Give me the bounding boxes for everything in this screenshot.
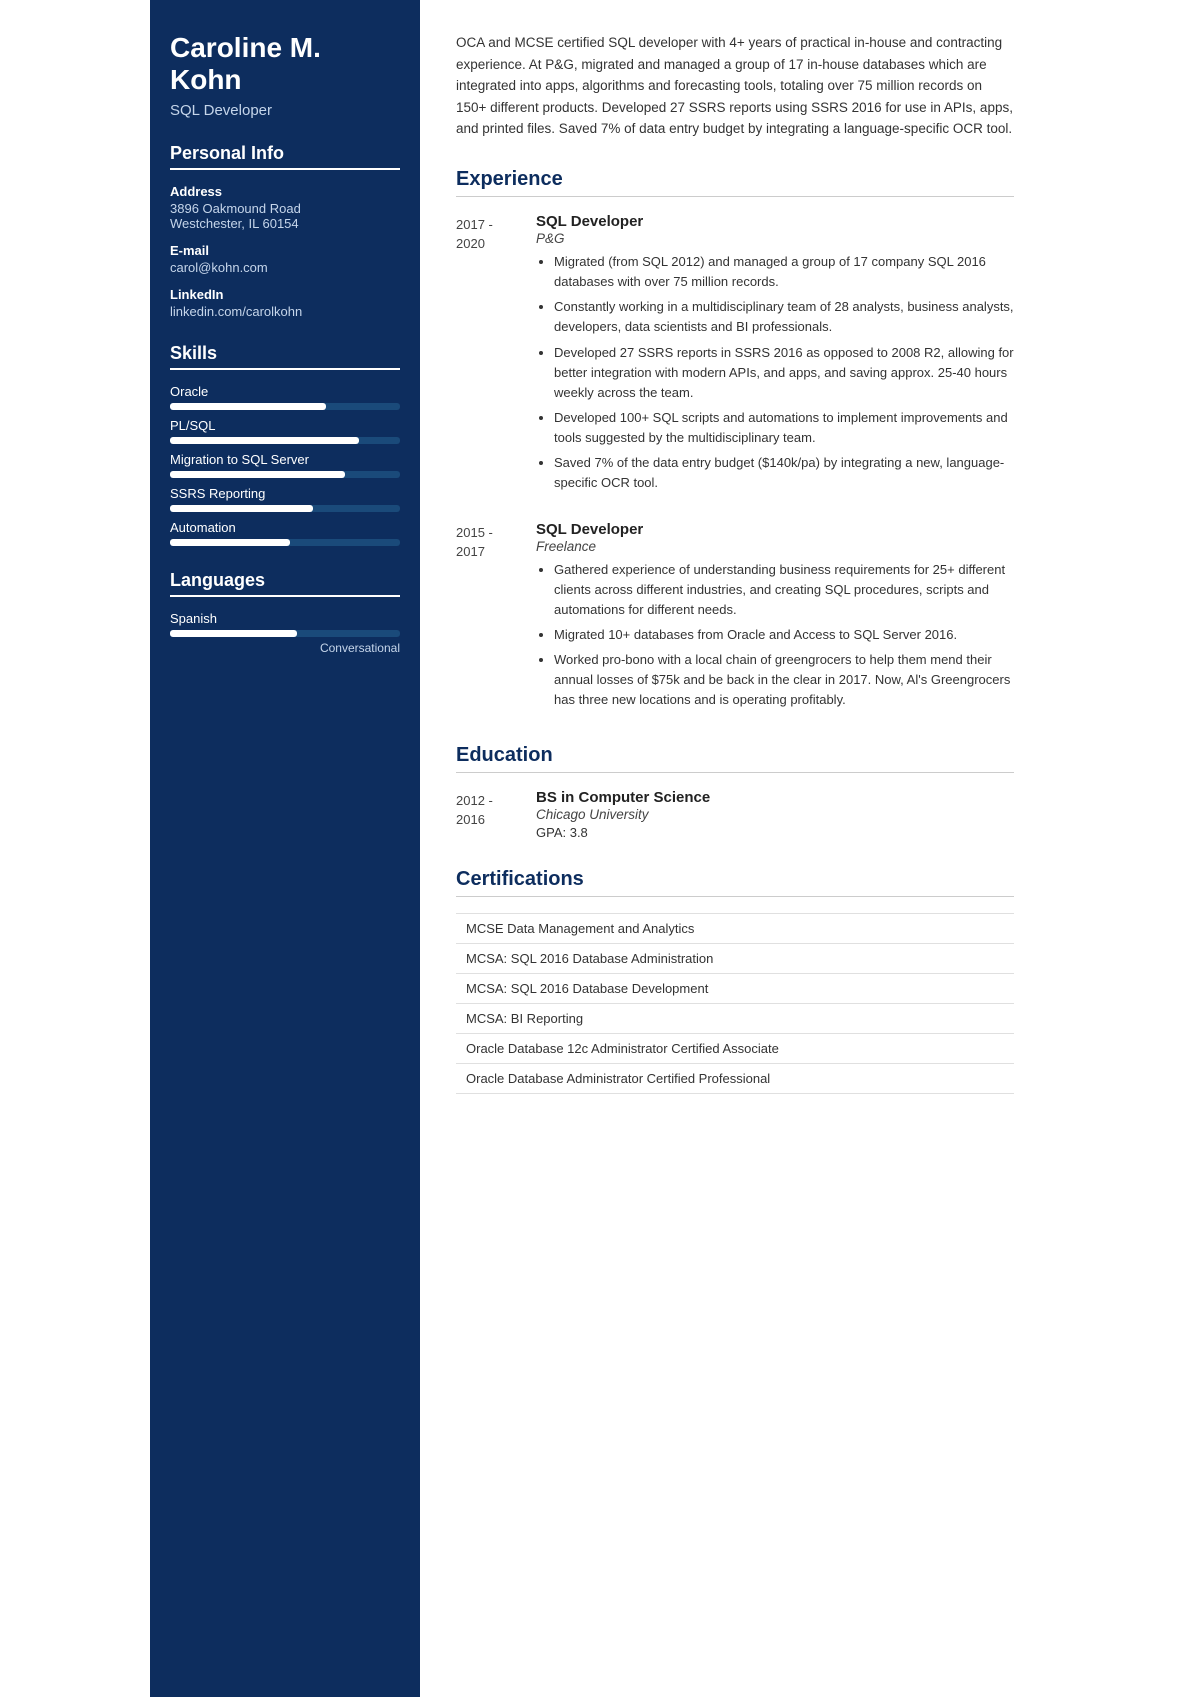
certifications-tbody: MCSE Data Management and AnalyticsMCSA: … bbox=[456, 913, 1014, 1093]
exp-bullet: Migrated (from SQL 2012) and managed a g… bbox=[554, 252, 1014, 292]
main-content: OCA and MCSE certified SQL developer wit… bbox=[420, 0, 1050, 1697]
experience-title: Experience bbox=[456, 168, 1014, 197]
personal-info-section-title: Personal Info bbox=[170, 143, 400, 170]
exp-bullet: Gathered experience of understanding bus… bbox=[554, 560, 1014, 620]
skill-bar-fill bbox=[170, 437, 359, 444]
skill-bar-bg bbox=[170, 437, 400, 444]
skill-name: PL/SQL bbox=[170, 418, 400, 433]
email-value: carol@kohn.com bbox=[170, 260, 400, 275]
candidate-name: Caroline M. Kohn bbox=[170, 32, 400, 96]
cert-name: Oracle Database Administrator Certified … bbox=[456, 1063, 1014, 1093]
skills-section-title: Skills bbox=[170, 343, 400, 370]
cert-name: Oracle Database 12c Administrator Certif… bbox=[456, 1033, 1014, 1063]
email-label: E-mail bbox=[170, 243, 400, 258]
edu-degree: BS in Computer Science bbox=[536, 789, 710, 806]
language-level: Conversational bbox=[170, 641, 400, 655]
exp-bullet: Developed 100+ SQL scripts and automatio… bbox=[554, 408, 1014, 448]
exp-bullets: Gathered experience of understanding bus… bbox=[536, 560, 1014, 711]
edu-dates: 2012 -2016 bbox=[456, 789, 536, 840]
exp-dates: 2015 -2017 bbox=[456, 521, 536, 716]
language-bar-fill bbox=[170, 630, 297, 637]
skill-bar-bg bbox=[170, 471, 400, 478]
skill-bar-bg bbox=[170, 505, 400, 512]
skill-bar-fill bbox=[170, 403, 326, 410]
cert-name: MCSE Data Management and Analytics bbox=[456, 913, 1014, 943]
cert-name: MCSA: BI Reporting bbox=[456, 1003, 1014, 1033]
address-line2: Westchester, IL 60154 bbox=[170, 216, 299, 231]
exp-bullet: Migrated 10+ databases from Oracle and A… bbox=[554, 625, 1014, 645]
sidebar: Caroline M. Kohn SQL Developer Personal … bbox=[150, 0, 420, 1697]
skill-bar-bg bbox=[170, 403, 400, 410]
exp-bullet: Developed 27 SSRS reports in SSRS 2016 a… bbox=[554, 343, 1014, 403]
skill-item: PL/SQL bbox=[170, 418, 400, 444]
edu-gpa: GPA: 3.8 bbox=[536, 825, 710, 840]
exp-bullet: Constantly working in a multidisciplinar… bbox=[554, 297, 1014, 337]
address-label: Address bbox=[170, 184, 400, 199]
cert-name: MCSA: SQL 2016 Database Administration bbox=[456, 943, 1014, 973]
certifications-section: Certifications MCSE Data Management and … bbox=[456, 868, 1014, 1094]
edu-school: Chicago University bbox=[536, 807, 710, 822]
linkedin-value: linkedin.com/carolkohn bbox=[170, 304, 400, 319]
edu-content: BS in Computer Science Chicago Universit… bbox=[536, 789, 710, 840]
cert-row: MCSA: SQL 2016 Database Development bbox=[456, 973, 1014, 1003]
exp-bullet: Saved 7% of the data entry budget ($140k… bbox=[554, 453, 1014, 493]
language-name: Spanish bbox=[170, 611, 400, 626]
candidate-title: SQL Developer bbox=[170, 102, 400, 119]
exp-bullets: Migrated (from SQL 2012) and managed a g… bbox=[536, 252, 1014, 494]
cert-row: Oracle Database 12c Administrator Certif… bbox=[456, 1033, 1014, 1063]
cert-row: MCSA: BI Reporting bbox=[456, 1003, 1014, 1033]
experience-section: Experience 2017 -2020 SQL Developer P&G … bbox=[456, 168, 1014, 716]
exp-company: P&G bbox=[536, 231, 1014, 246]
exp-job-title: SQL Developer bbox=[536, 213, 1014, 230]
skill-bar-fill bbox=[170, 539, 290, 546]
skill-item: Oracle bbox=[170, 384, 400, 410]
skill-name: Oracle bbox=[170, 384, 400, 399]
experience-entry: 2017 -2020 SQL Developer P&G Migrated (f… bbox=[456, 213, 1014, 499]
education-entry: 2012 -2016 BS in Computer Science Chicag… bbox=[456, 789, 1014, 840]
cert-name: MCSA: SQL 2016 Database Development bbox=[456, 973, 1014, 1003]
certifications-table: MCSE Data Management and AnalyticsMCSA: … bbox=[456, 913, 1014, 1094]
address-value: 3896 Oakmound Road Westchester, IL 60154 bbox=[170, 201, 400, 231]
cert-row: MCSA: SQL 2016 Database Administration bbox=[456, 943, 1014, 973]
education-list: 2012 -2016 BS in Computer Science Chicag… bbox=[456, 789, 1014, 840]
languages-section-title: Languages bbox=[170, 570, 400, 597]
linkedin-label: LinkedIn bbox=[170, 287, 400, 302]
certifications-title: Certifications bbox=[456, 868, 1014, 897]
summary-text: OCA and MCSE certified SQL developer wit… bbox=[456, 32, 1014, 140]
skill-bar-bg bbox=[170, 539, 400, 546]
exp-content: SQL Developer Freelance Gathered experie… bbox=[536, 521, 1014, 716]
exp-job-title: SQL Developer bbox=[536, 521, 1014, 538]
cert-row: Oracle Database Administrator Certified … bbox=[456, 1063, 1014, 1093]
skill-item: SSRS Reporting bbox=[170, 486, 400, 512]
skill-name: SSRS Reporting bbox=[170, 486, 400, 501]
address-line1: 3896 Oakmound Road bbox=[170, 201, 301, 216]
cert-row: MCSE Data Management and Analytics bbox=[456, 913, 1014, 943]
education-title: Education bbox=[456, 744, 1014, 773]
exp-bullet: Worked pro-bono with a local chain of gr… bbox=[554, 650, 1014, 710]
exp-dates: 2017 -2020 bbox=[456, 213, 536, 499]
resume-container: Caroline M. Kohn SQL Developer Personal … bbox=[150, 0, 1050, 1697]
skill-name: Automation bbox=[170, 520, 400, 535]
experience-list: 2017 -2020 SQL Developer P&G Migrated (f… bbox=[456, 213, 1014, 716]
languages-list: Spanish Conversational bbox=[170, 611, 400, 655]
exp-content: SQL Developer P&G Migrated (from SQL 201… bbox=[536, 213, 1014, 499]
skill-item: Automation bbox=[170, 520, 400, 546]
language-bar-bg bbox=[170, 630, 400, 637]
exp-company: Freelance bbox=[536, 539, 1014, 554]
experience-entry: 2015 -2017 SQL Developer Freelance Gathe… bbox=[456, 521, 1014, 716]
language-item: Spanish Conversational bbox=[170, 611, 400, 655]
skills-list: Oracle PL/SQL Migration to SQL Server SS… bbox=[170, 384, 400, 546]
skill-bar-fill bbox=[170, 471, 345, 478]
skill-name: Migration to SQL Server bbox=[170, 452, 400, 467]
skill-bar-fill bbox=[170, 505, 313, 512]
skill-item: Migration to SQL Server bbox=[170, 452, 400, 478]
education-section: Education 2012 -2016 BS in Computer Scie… bbox=[456, 744, 1014, 840]
